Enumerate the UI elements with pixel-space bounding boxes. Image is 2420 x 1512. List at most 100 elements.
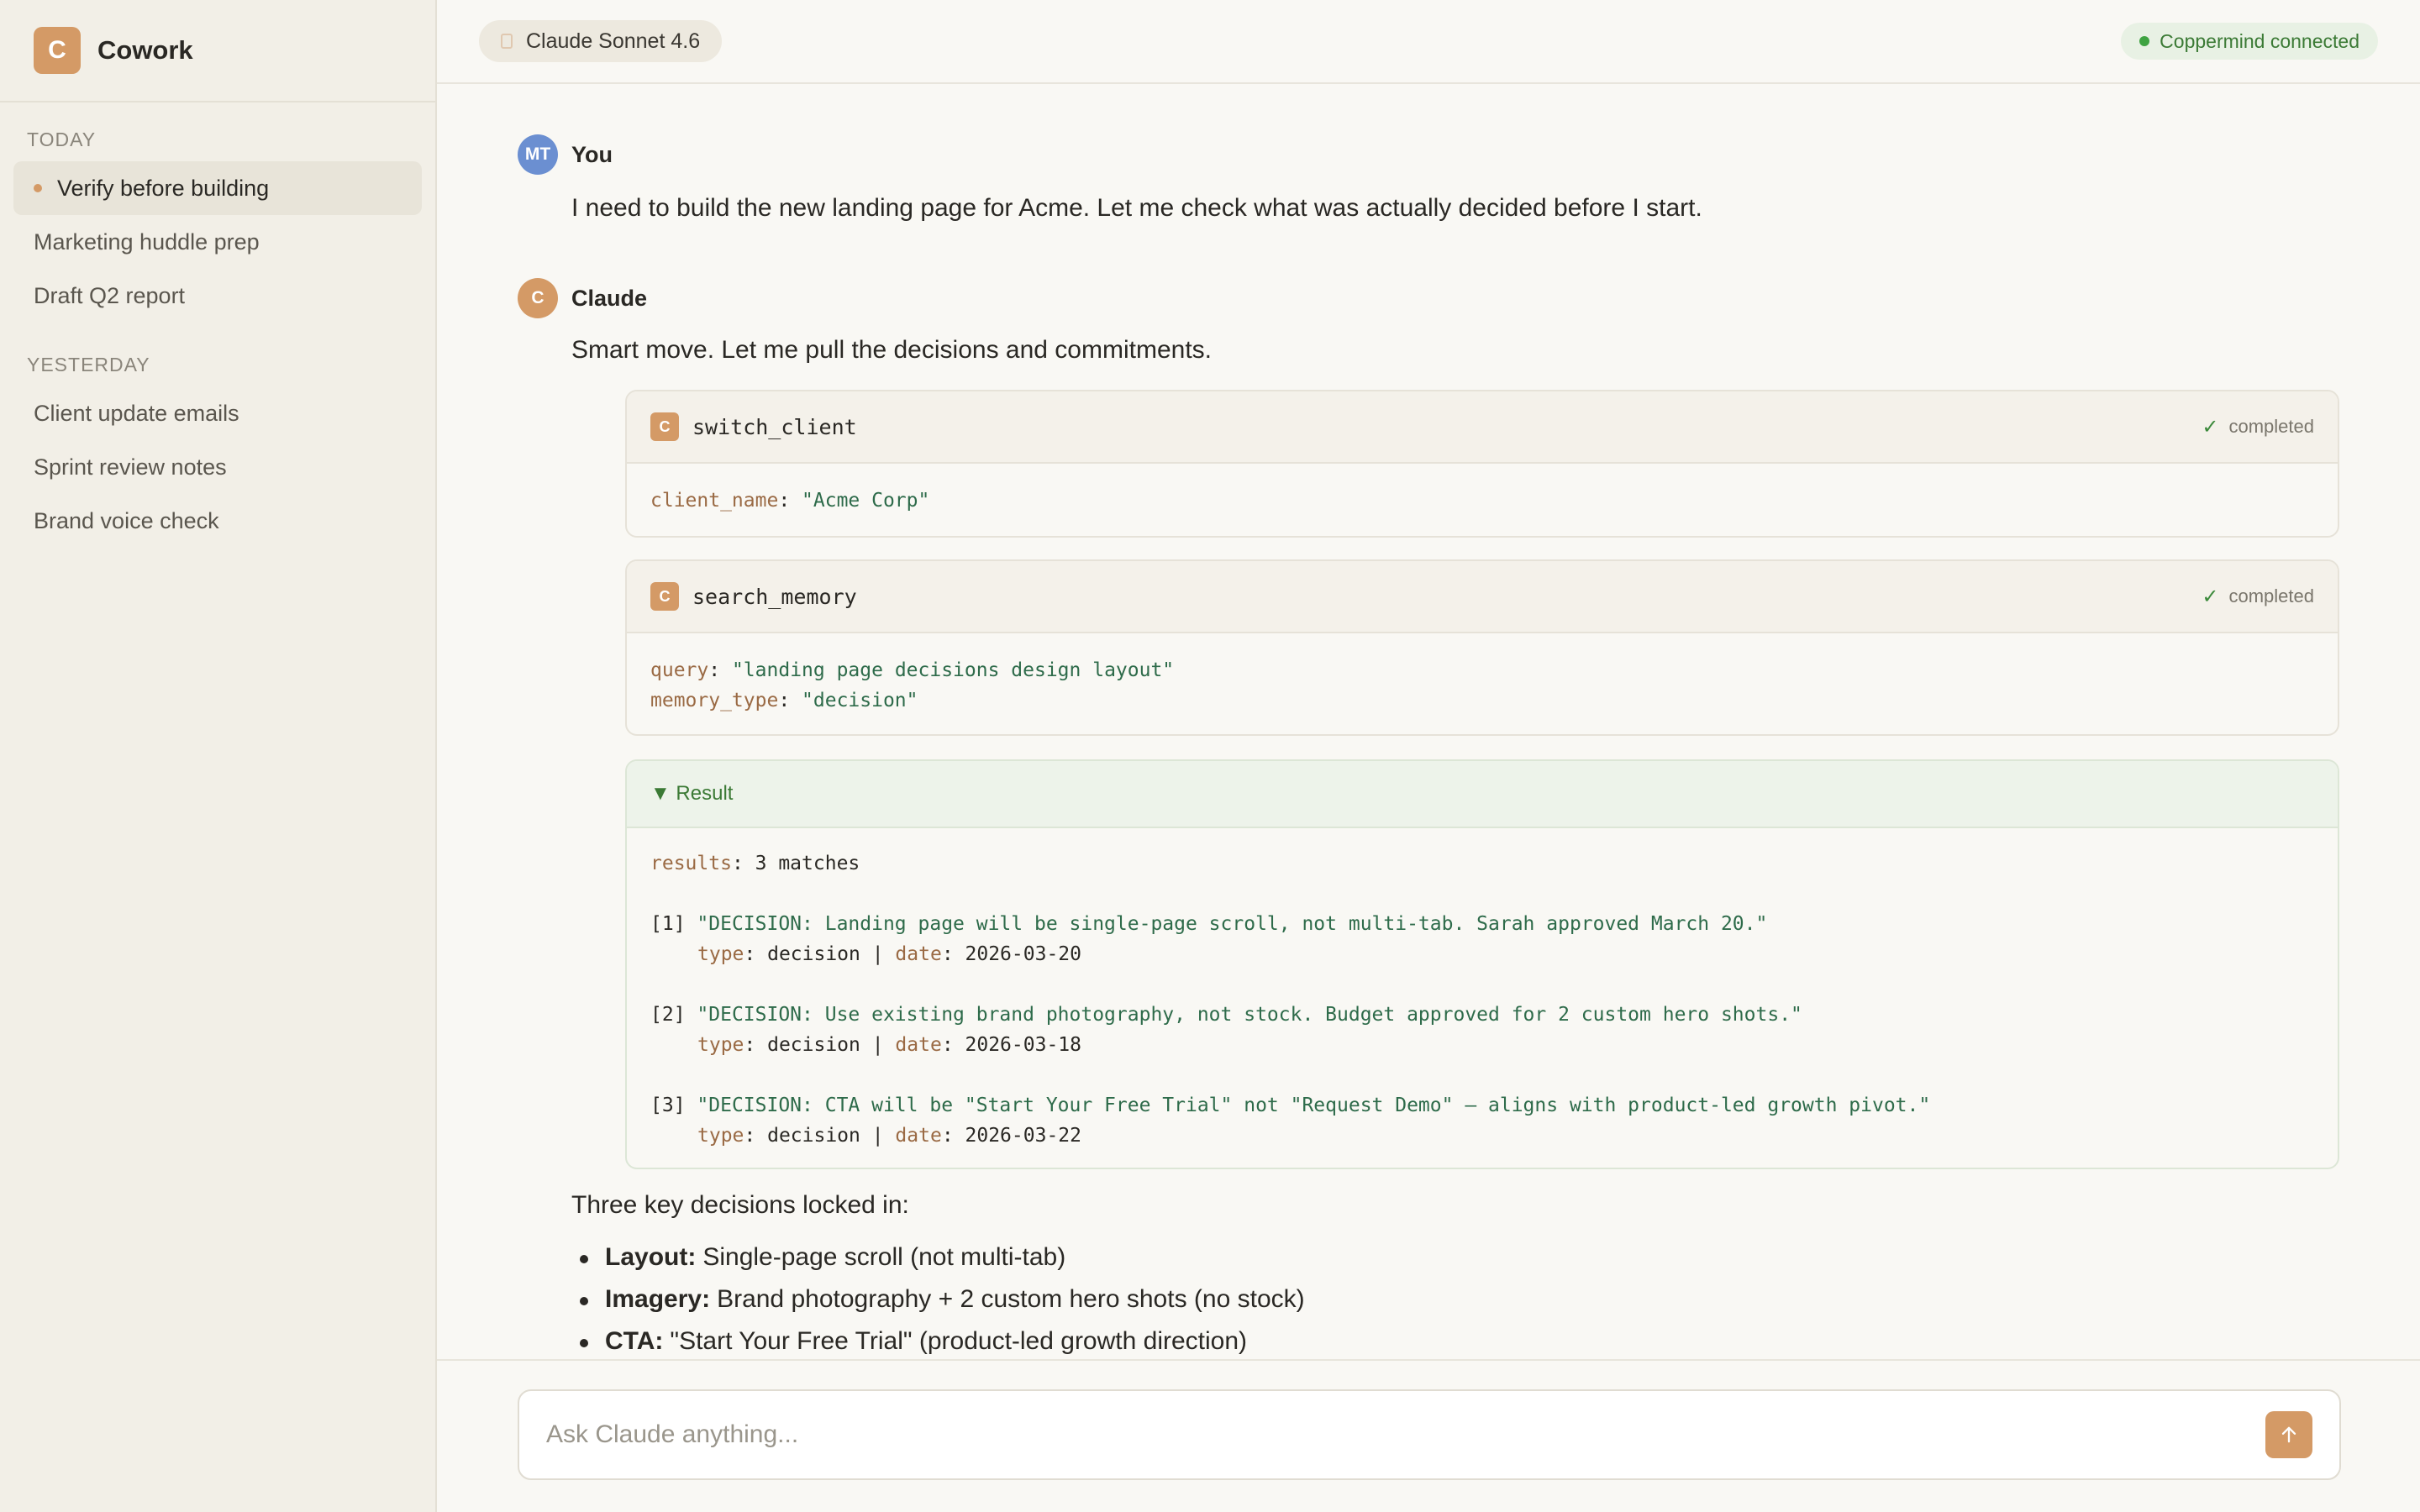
meta-date: 2026-03-22	[965, 1125, 1081, 1147]
sidebar-header: C Cowork	[0, 0, 435, 102]
meta-key: date	[895, 1034, 942, 1056]
sidebar-item-label: Draft Q2 report	[34, 282, 186, 308]
result-summary: results: 3 matches	[650, 853, 860, 874]
arg-value: "decision"	[802, 690, 918, 711]
result-text: "DECISION: Landing page will be single-p…	[697, 913, 1768, 935]
meta-type: decision	[767, 943, 860, 965]
main-panel: Claude Sonnet 4.6 Coppermind connected M…	[437, 0, 2420, 1512]
tool-status-label: completed	[2228, 585, 2314, 606]
result-text: "DECISION: CTA will be "Start Your Free …	[697, 1095, 1931, 1116]
tool-name: switch_client	[692, 414, 857, 439]
composer-area	[437, 1359, 2420, 1512]
result-summary-value: 3 matches	[755, 853, 860, 874]
bullet-label: CTA:	[605, 1327, 664, 1355]
check-icon: ✓	[2202, 585, 2219, 608]
meta-date: 2026-03-20	[965, 943, 1081, 965]
list-item: CTA: "Start Your Free Trial" (product-led…	[580, 1320, 2341, 1362]
meta-key: type	[697, 1125, 744, 1147]
tool-status: ✓ completed	[2202, 415, 2314, 439]
arg-key: memory_type	[650, 690, 779, 711]
assistant-message: C Claude Smart move. Let me pull the dec…	[518, 278, 2341, 1362]
tool-icon: C	[650, 412, 679, 441]
result-index: [3]	[650, 1095, 686, 1116]
sidebar-item-marketing-huddle-prep[interactable]: Marketing huddle prep	[13, 215, 422, 269]
sidebar: C Cowork TODAY Verify before building Ma…	[0, 0, 437, 1512]
app-window: C Cowork TODAY Verify before building Ma…	[0, 0, 2420, 1512]
meta-date: 2026-03-18	[965, 1034, 1081, 1056]
tool-arg-row: client_name: "Acme Corp"	[650, 490, 930, 512]
result-index: [1]	[650, 913, 686, 935]
sidebar-item-sprint-review-notes[interactable]: Sprint review notes	[13, 440, 422, 494]
bullet-label: Imagery:	[605, 1285, 711, 1313]
check-icon: ✓	[2202, 415, 2219, 438]
bullet-text: Single-page scroll (not multi-tab)	[702, 1243, 1066, 1271]
user-avatar: MT	[518, 134, 558, 175]
tool-call-search-memory[interactable]: C search_memory ✓ completed query: "land…	[625, 559, 2339, 736]
meta-key: date	[895, 1125, 942, 1147]
active-dot-icon	[34, 184, 42, 192]
app-name: Cowork	[97, 35, 193, 65]
sidebar-item-label: Marketing huddle prep	[34, 228, 260, 255]
arg-key: query	[650, 659, 709, 681]
result-item: [1] "DECISION: Landing page will be sing…	[650, 913, 1768, 965]
connection-label: Coppermind connected	[2160, 29, 2360, 52]
meta-type: decision	[767, 1125, 860, 1147]
result-toggle[interactable]: ▼ Result	[627, 761, 2338, 828]
connection-status-badge: Coppermind connected	[2121, 23, 2378, 60]
bullet-label: Layout:	[605, 1243, 697, 1271]
meta-key: type	[697, 1034, 744, 1056]
send-button[interactable]	[2265, 1411, 2312, 1458]
model-selector[interactable]: Claude Sonnet 4.6	[479, 20, 723, 62]
meta-type: decision	[767, 1034, 860, 1056]
top-bar: Claude Sonnet 4.6 Coppermind connected	[437, 0, 2420, 84]
bullet-text: "Start Your Free Trial" (product-led gro…	[670, 1327, 1248, 1355]
bullet-text: Brand photography + 2 custom hero shots …	[717, 1285, 1305, 1313]
list-item: Imagery: Brand photography + 2 custom her…	[580, 1278, 2341, 1320]
meta-key: date	[895, 943, 942, 965]
message-input[interactable]	[546, 1420, 2193, 1449]
arg-value: "Acme Corp"	[802, 490, 930, 512]
model-label: Claude Sonnet 4.6	[526, 29, 701, 53]
sidebar-item-client-update-emails[interactable]: Client update emails	[13, 386, 422, 440]
arg-value: "landing page decisions design layout"	[731, 659, 1175, 681]
message-text: Smart move. Let me pull the decisions an…	[571, 336, 1212, 364]
result-summary-key: results	[650, 853, 732, 874]
sidebar-item-brand-voice-check[interactable]: Brand voice check	[13, 494, 422, 548]
summary-heading: Three key decisions locked in:	[571, 1191, 909, 1219]
sidebar-item-verify-before-building[interactable]: Verify before building	[13, 161, 422, 215]
chat-thread: MT You I need to build the new landing p…	[518, 134, 2341, 1362]
message-text: I need to build the new landing page for…	[571, 194, 1702, 222]
sidebar-section-today: TODAY Verify before building Marketing h…	[0, 118, 435, 548]
tool-args: client_name: "Acme Corp"	[627, 464, 2338, 536]
message-author: Claude	[571, 285, 648, 311]
tool-status-label: completed	[2228, 416, 2314, 437]
tool-arg-row: memory_type: "decision"	[650, 690, 918, 711]
result-item: [3] "DECISION: CTA will be "Start Your F…	[650, 1095, 1931, 1147]
arrow-up-icon	[2281, 1426, 2296, 1443]
status-dot-icon	[2139, 36, 2150, 46]
assistant-avatar: C	[518, 278, 558, 318]
app-logo-icon: C	[34, 27, 81, 74]
result-index: [2]	[650, 1004, 686, 1026]
summary-list: Layout: Single-page scroll (not multi-tab…	[580, 1236, 2341, 1362]
tool-icon: C	[650, 582, 679, 611]
sidebar-item-label: Client update emails	[34, 400, 239, 426]
tool-call-header[interactable]: C switch_client ✓ completed	[627, 391, 2338, 464]
sidebar-section-title: YESTERDAY	[27, 354, 150, 375]
sidebar-item-label: Verify before building	[57, 175, 270, 201]
list-item: Layout: Single-page scroll (not multi-tab…	[580, 1236, 2341, 1278]
tool-result: ▼ Result results: 3 matches [1] "DECISIO…	[625, 759, 2339, 1169]
tool-call-header[interactable]: C search_memory ✓ completed	[627, 561, 2338, 633]
result-item: [2] "DECISION: Use existing brand photog…	[650, 1004, 1802, 1056]
result-text: "DECISION: Use existing brand photograph…	[697, 1004, 1802, 1026]
tool-arg-row: query: "landing page decisions design la…	[650, 659, 1175, 681]
sidebar-item-label: Brand voice check	[34, 507, 219, 533]
composer	[518, 1389, 2341, 1480]
meta-key: type	[697, 943, 744, 965]
tool-call-switch-client[interactable]: C switch_client ✓ completed client_name:…	[625, 390, 2339, 538]
tool-status: ✓ completed	[2202, 585, 2314, 609]
sidebar-item-label: Sprint review notes	[34, 454, 227, 480]
sidebar-item-draft-q2-report[interactable]: Draft Q2 report	[13, 269, 422, 323]
tool-name: search_memory	[692, 584, 857, 609]
arg-key: client_name	[650, 490, 779, 512]
